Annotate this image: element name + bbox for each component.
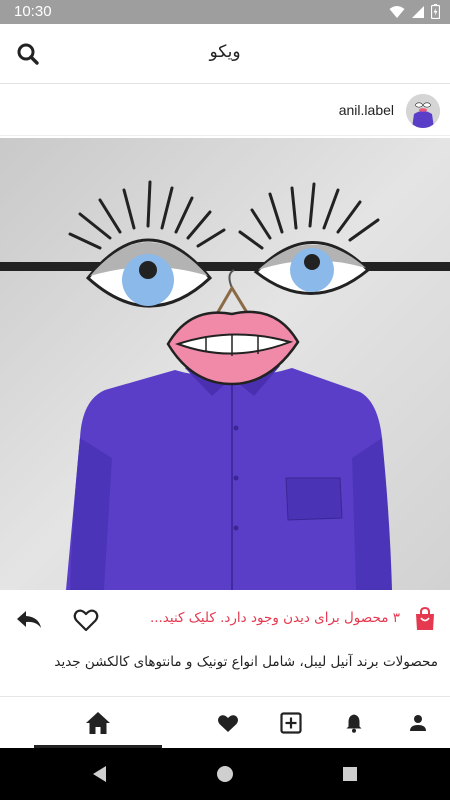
nav-likes[interactable] <box>214 709 242 737</box>
avatar[interactable] <box>406 94 440 128</box>
post-caption: محصولات برند آنیل لیبل، شامل انواع تونیک… <box>54 654 438 670</box>
status-time: 10:30 <box>14 3 52 20</box>
back-triangle-icon <box>93 766 106 782</box>
system-nav-bar <box>0 748 450 800</box>
system-back-button[interactable] <box>90 764 110 784</box>
like-button[interactable] <box>72 606 100 634</box>
signal-icon <box>412 5 424 18</box>
products-bag-button[interactable] <box>412 606 438 632</box>
post-header[interactable]: anil.label <box>0 88 450 136</box>
post-illustration <box>0 138 450 590</box>
avatar-image <box>406 94 440 128</box>
add-box-icon <box>280 712 302 734</box>
post-actions: ۳ محصول برای دیدن وجود دارد. کلیک کنید..… <box>0 592 450 648</box>
status-icons <box>389 4 440 19</box>
battery-icon <box>431 4 440 19</box>
reply-button[interactable] <box>14 606 44 634</box>
nav-profile[interactable] <box>404 709 432 737</box>
app-bar: ویکو <box>0 24 450 84</box>
nav-add[interactable] <box>277 709 305 737</box>
system-recents-button[interactable] <box>340 764 360 784</box>
wifi-icon <box>389 5 405 18</box>
person-icon <box>410 715 426 731</box>
recents-square-icon <box>343 767 357 781</box>
shopping-bag-icon <box>416 606 434 630</box>
nav-home[interactable] <box>84 709 112 737</box>
system-home-button[interactable] <box>215 764 235 784</box>
products-link[interactable]: ۳ محصول برای دیدن وجود دارد. کلیک کنید..… <box>150 610 400 626</box>
home-circle-icon <box>217 766 233 782</box>
post-username[interactable]: anil.label <box>339 102 394 118</box>
heart-outline-icon <box>73 609 99 632</box>
bottom-nav <box>0 696 450 748</box>
home-icon <box>86 712 110 734</box>
nav-notifications[interactable] <box>340 709 368 737</box>
status-bar: 10:30 <box>0 0 450 24</box>
post-image[interactable] <box>0 138 450 590</box>
heart-icon <box>218 715 238 732</box>
reply-icon <box>17 611 41 628</box>
bell-icon <box>346 714 362 733</box>
app-title: ویکو <box>209 42 241 62</box>
